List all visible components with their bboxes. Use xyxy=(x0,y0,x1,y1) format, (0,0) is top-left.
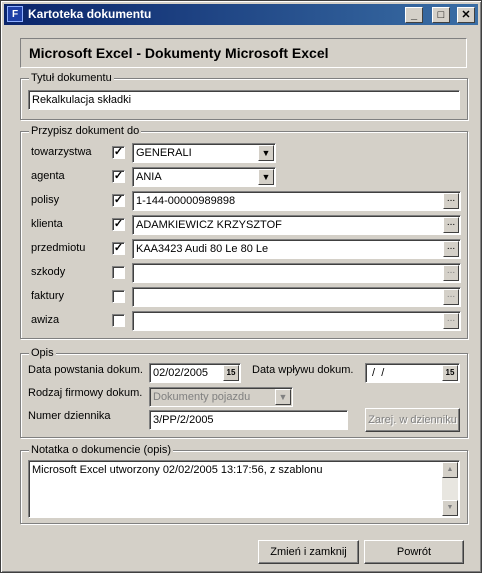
opis-group: Opis Data powstania dokum. 02/02/2005 15… xyxy=(20,347,468,438)
checkbox-klienta[interactable]: ✓ xyxy=(112,218,125,231)
label-towarzystwa: towarzystwa xyxy=(31,146,92,158)
checkbox-agenta[interactable]: ✓ xyxy=(112,170,125,183)
close-button[interactable]: ✕ xyxy=(457,7,475,23)
title-group-legend: Tytuł dokumentu xyxy=(29,72,114,84)
save-close-button[interactable]: Zmień i zamknij xyxy=(258,540,359,564)
browse-polisy-button[interactable]: ... xyxy=(443,193,459,209)
title-bar[interactable]: F Kartoteka dokumentu _ □ ✕ xyxy=(4,4,478,25)
chevron-down-icon[interactable]: ▼ xyxy=(258,169,274,185)
header-text: Microsoft Excel - Dokumenty Microsoft Ex… xyxy=(29,45,329,61)
checkbox-towarzystwa[interactable]: ✓ xyxy=(112,146,125,159)
note-scrollbar[interactable]: ▲ ▼ xyxy=(442,462,458,516)
opis-group-legend: Opis xyxy=(29,347,56,359)
document-title-input[interactable]: Rekalkulacja składki xyxy=(28,90,460,110)
checkbox-faktury[interactable] xyxy=(112,290,125,303)
minimize-button[interactable]: _ xyxy=(405,7,423,23)
browse-szkody-button[interactable]: ... xyxy=(443,265,459,281)
label-awiza: awiza xyxy=(31,314,60,326)
app-icon: F xyxy=(7,6,23,22)
label-polisy: polisy xyxy=(31,194,60,206)
assign-group-legend: Przypisz dokument do xyxy=(29,125,142,137)
back-button[interactable]: Powrót xyxy=(364,540,464,564)
maximize-button[interactable]: □ xyxy=(432,7,450,23)
window-title: Kartoteka dokumentu xyxy=(28,7,152,21)
created-date-input[interactable]: 02/02/2005 15 xyxy=(149,363,241,383)
calendar-icon[interactable]: 15 xyxy=(442,365,458,381)
towarzystwa-select[interactable]: GENERALI ▼ xyxy=(132,143,276,163)
doc-type-select[interactable]: Dokumenty pojazdu ▼ xyxy=(149,387,293,407)
register-journal-button[interactable]: Zarej. w dzienniku xyxy=(365,408,460,432)
label-klienta: klienta xyxy=(31,218,63,230)
scroll-down-icon[interactable]: ▼ xyxy=(442,500,458,516)
journal-number-label: Numer dziennika xyxy=(28,410,111,422)
przedmiotu-value: KAA3423 Audi 80 Le 80 Le xyxy=(136,243,269,255)
checkbox-awiza[interactable] xyxy=(112,314,125,327)
polisy-field[interactable]: 1-144-00000989898 ... xyxy=(132,191,461,211)
polisy-value: 1-144-00000989898 xyxy=(136,195,236,207)
checkbox-szkody[interactable] xyxy=(112,266,125,279)
chevron-down-icon[interactable]: ▼ xyxy=(258,145,274,161)
note-group-legend: Notatka o dokumencie (opis) xyxy=(29,444,174,456)
browse-faktury-button[interactable]: ... xyxy=(443,289,459,305)
klienta-value: ADAMKIEWICZ KRZYSZTOF xyxy=(136,219,282,231)
scroll-up-icon[interactable]: ▲ xyxy=(442,462,458,478)
note-group: Notatka o dokumencie (opis) Microsoft Ex… xyxy=(20,444,468,524)
szkody-field[interactable]: ... xyxy=(132,263,461,283)
browse-przedmiotu-button[interactable]: ... xyxy=(443,241,459,257)
doc-type-label: Rodzaj firmowy dokum. xyxy=(28,387,143,399)
agenta-value: ANIA xyxy=(136,171,162,183)
doc-type-value: Dokumenty pojazdu xyxy=(153,391,251,403)
journal-number-input[interactable]: 3/PP/2/2005 xyxy=(149,410,348,430)
label-przedmiotu: przedmiotu xyxy=(31,242,86,254)
document-window: F Kartoteka dokumentu _ □ ✕ Microsoft Ex… xyxy=(0,0,482,573)
received-date-input[interactable]: / / 15 xyxy=(365,363,460,383)
przedmiotu-field[interactable]: KAA3423 Audi 80 Le 80 Le ... xyxy=(132,239,461,259)
klienta-field[interactable]: ADAMKIEWICZ KRZYSZTOF ... xyxy=(132,215,461,235)
agenta-select[interactable]: ANIA ▼ xyxy=(132,167,276,187)
note-textarea[interactable]: Microsoft Excel utworzony 02/02/2005 13:… xyxy=(28,460,460,518)
title-group: Tytuł dokumentu Rekalkulacja składki xyxy=(20,72,468,120)
towarzystwa-value: GENERALI xyxy=(136,147,192,159)
note-text: Microsoft Excel utworzony 02/02/2005 13:… xyxy=(32,464,323,476)
faktury-field[interactable]: ... xyxy=(132,287,461,307)
created-date-label: Data powstania dokum. xyxy=(28,364,143,376)
label-faktury: faktury xyxy=(31,290,65,302)
assign-group: Przypisz dokument do towarzystwa ✓ GENER… xyxy=(20,125,468,339)
checkbox-przedmiotu[interactable]: ✓ xyxy=(112,242,125,255)
label-agenta: agenta xyxy=(31,170,65,182)
header-panel: Microsoft Excel - Dokumenty Microsoft Ex… xyxy=(20,38,467,68)
checkbox-polisy[interactable]: ✓ xyxy=(112,194,125,207)
calendar-icon[interactable]: 15 xyxy=(223,365,239,381)
chevron-down-icon[interactable]: ▼ xyxy=(275,389,291,405)
browse-awiza-button[interactable]: ... xyxy=(443,313,459,329)
label-szkody: szkody xyxy=(31,266,66,278)
received-date-label: Data wpływu dokum. xyxy=(252,364,354,376)
created-date-value: 02/02/2005 xyxy=(153,367,209,379)
received-date-value: / / xyxy=(369,367,385,379)
browse-klienta-button[interactable]: ... xyxy=(443,217,459,233)
awiza-field[interactable]: ... xyxy=(132,311,461,331)
